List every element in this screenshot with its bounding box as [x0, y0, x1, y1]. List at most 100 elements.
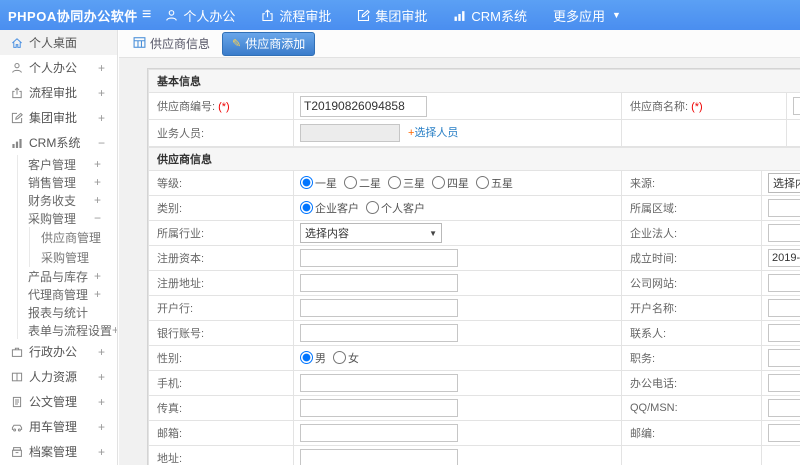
contact-input[interactable] [768, 324, 800, 342]
sidebar-item-vehicle-mgmt[interactable]: 用车管理 + [0, 414, 117, 439]
basic-info-table: 基本信息 供应商编号:(*) 供应商名称:(*) 业务人员: +选择人员 [148, 69, 800, 147]
tab-bar: 供应商信息 ✎ 供应商添加 [119, 30, 800, 58]
category-radio-company[interactable] [300, 201, 313, 214]
region-label: 所属区域: [630, 203, 678, 215]
edit-icon [357, 9, 371, 22]
industry-label: 所属行业: [157, 228, 205, 240]
supplier-code-label: 供应商编号: [157, 101, 216, 113]
nav-crm[interactable]: CRM系统 [453, 6, 527, 25]
archive-icon [11, 446, 23, 458]
caret-down-icon: ▼ [429, 228, 437, 238]
required-mark: (*) [218, 101, 230, 113]
staff-input[interactable] [300, 124, 400, 143]
section-title-supplier: 供应商信息 [148, 147, 800, 171]
required-mark: (*) [691, 101, 703, 113]
briefcase-icon [11, 346, 23, 358]
capital-input[interactable] [300, 249, 458, 267]
zip-label: 邮编: [630, 428, 656, 440]
sidebar-item-archive-mgmt[interactable]: 档案管理 + [0, 439, 117, 464]
sidebar-item-personal-desktop[interactable]: 个人桌面 [0, 30, 117, 55]
gender-radio-female[interactable] [333, 351, 346, 364]
supplier-name-input[interactable] [793, 97, 800, 115]
document-icon [11, 396, 23, 408]
level-radio-5[interactable] [476, 176, 489, 189]
purchase-submenu: 供应商管理 采购管理 [29, 227, 117, 267]
app-logo: PHPOA协同办公软件 [8, 8, 138, 24]
level-radio-3[interactable] [388, 176, 401, 189]
sidebar-item-customer-mgmt[interactable]: 客户管理 + [18, 155, 117, 173]
tab-supplier-info[interactable]: 供应商信息 [133, 35, 210, 52]
reg-address-input[interactable] [300, 274, 458, 292]
sidebar-item-reports[interactable]: 报表与统计 [18, 303, 117, 321]
sidebar-item-admin-office[interactable]: 行政办公 + [0, 339, 117, 364]
nav-more-apps[interactable]: 更多应用 ▼ [553, 6, 621, 25]
source-label: 来源: [630, 178, 656, 190]
level-radio-2[interactable] [344, 176, 357, 189]
level-label: 等级: [157, 178, 183, 190]
sidebar-item-personal-office[interactable]: 个人办公 + [0, 55, 117, 80]
sidebar-item-product-inventory[interactable]: 产品与库存 + [18, 267, 117, 285]
account-name-input[interactable] [768, 299, 800, 317]
website-input[interactable] [768, 274, 800, 292]
legal-person-input[interactable] [768, 224, 800, 242]
founded-date-input[interactable] [768, 249, 800, 267]
level-radio-4[interactable] [432, 176, 445, 189]
sidebar-item-document-mgmt[interactable]: 公文管理 + [0, 389, 117, 414]
qq-msn-input[interactable] [768, 399, 800, 417]
sidebar-item-purchase-mgmt[interactable]: 采购管理 − [18, 209, 117, 227]
gender-radio-male[interactable] [300, 351, 313, 364]
staff-label: 业务人员: [157, 128, 205, 140]
position-label: 职务: [630, 353, 656, 365]
fax-label: 传真: [157, 403, 183, 415]
section-title-basic: 基本信息 [148, 69, 800, 93]
sidebar-item-hr[interactable]: 人力资源 + [0, 364, 117, 389]
reg-address-label: 注册地址: [157, 278, 205, 290]
sidebar-item-group-approval[interactable]: 集团审批 + [0, 105, 117, 130]
caret-down-icon: ▼ [612, 10, 621, 20]
tab-supplier-add[interactable]: ✎ 供应商添加 [222, 31, 316, 56]
source-select[interactable]: 选择内容▼ [768, 173, 800, 193]
sidebar-item-agent-mgmt[interactable]: 代理商管理 + [18, 285, 117, 303]
nav-personal-office[interactable]: 个人办公 [165, 6, 235, 25]
home-icon [11, 37, 23, 49]
sidebar-item-purchase-mgmt-sub[interactable]: 采购管理 [30, 247, 117, 267]
sidebar-item-sales-mgmt[interactable]: 销售管理 + [18, 173, 117, 191]
supplier-code-input[interactable] [300, 95, 427, 117]
capital-label: 注册资本: [157, 253, 205, 265]
level-radio-1[interactable] [300, 176, 313, 189]
fax-input[interactable] [300, 399, 458, 417]
zip-input[interactable] [768, 424, 800, 442]
nav-workflow-approval[interactable]: 流程审批 [261, 6, 331, 25]
chart-icon [11, 137, 23, 149]
car-icon [11, 421, 23, 433]
qq-msn-label: QQ/MSN: [630, 402, 678, 414]
sidebar-item-finance[interactable]: 财务收支 + [18, 191, 117, 209]
nav-group-approval[interactable]: 集团审批 [357, 6, 427, 25]
industry-select[interactable]: 选择内容 ▼ [300, 223, 442, 243]
table-icon [133, 36, 146, 52]
select-staff-link[interactable]: 选择人员 [414, 127, 458, 139]
supplier-info-table: 供应商信息 等级: 一星二星三星四星五星 来源: 选择内容▼ 类别: 企业客户个… [148, 147, 800, 465]
book-icon [11, 371, 23, 383]
address-input[interactable] [300, 449, 458, 465]
email-input[interactable] [300, 424, 458, 442]
founded-label: 成立时间: [630, 253, 678, 265]
category-radio-person[interactable] [366, 201, 379, 214]
bank-account-input[interactable] [300, 324, 458, 342]
crm-submenu: 客户管理 + 销售管理 + 财务收支 + 采购管理 − 供应商管理 采购管理 产… [17, 155, 117, 339]
supplier-name-label: 供应商名称: [630, 101, 689, 113]
sidebar-item-supplier-mgmt[interactable]: 供应商管理 [30, 227, 117, 247]
website-label: 公司网站: [630, 278, 678, 290]
level-radio-group: 一星 二星 三星 四星 五星 [293, 170, 622, 196]
bank-input[interactable] [300, 299, 458, 317]
bank-label: 开户行: [157, 303, 194, 315]
position-input[interactable] [768, 349, 800, 367]
sidebar-item-form-flow-settings[interactable]: 表单与流程设置 + [18, 321, 117, 339]
hamburger-icon[interactable]: ≡ [142, 6, 151, 24]
region-input[interactable] [768, 199, 800, 217]
sidebar-item-crm[interactable]: CRM系统 − [0, 130, 117, 155]
main-content: 供应商信息 ✎ 供应商添加 基本信息 供应商编号:(*) 供应商名称:(*) 业… [119, 30, 800, 465]
mobile-input[interactable] [300, 374, 458, 392]
office-phone-input[interactable] [768, 374, 800, 392]
sidebar-item-workflow-approval[interactable]: 流程审批 + [0, 80, 117, 105]
